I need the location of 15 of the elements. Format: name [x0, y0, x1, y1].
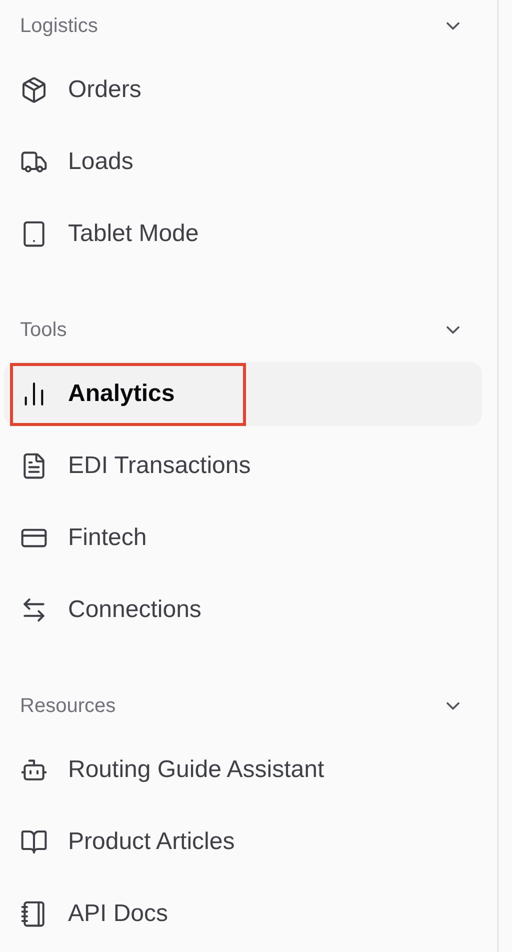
nav-item[interactable]: API Docs	[4, 882, 482, 946]
nav-item[interactable]: Product Articles	[4, 810, 482, 874]
nav-item[interactable]: EDI Transactions	[4, 434, 482, 498]
section-header[interactable]: Resources	[4, 686, 482, 726]
package-icon	[20, 76, 48, 104]
nav-item[interactable]: Orders	[4, 58, 482, 122]
section-header[interactable]: Logistics	[4, 6, 482, 46]
open-book-icon	[20, 828, 48, 856]
nav-item[interactable]: Fintech	[4, 506, 482, 570]
nav-item[interactable]: Tablet Mode	[4, 202, 482, 266]
nav-item[interactable]: Routing Guide Assistant	[4, 738, 482, 802]
nav-item[interactable]: Connections	[4, 578, 482, 642]
nav-item[interactable]: Analytics	[4, 362, 482, 426]
nav-item[interactable]: Loads	[4, 130, 482, 194]
section-header[interactable]: Tools	[4, 310, 482, 350]
